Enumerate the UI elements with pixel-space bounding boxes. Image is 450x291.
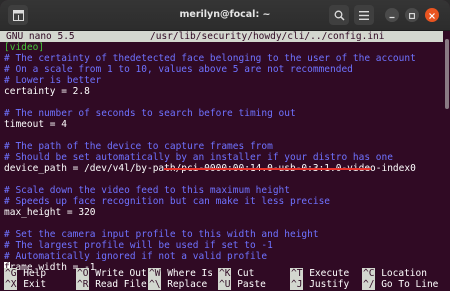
hamburger-menu-icon bbox=[359, 10, 369, 20]
section-header: [video] bbox=[4, 42, 45, 53]
close-button[interactable] bbox=[425, 8, 439, 22]
setting-line-max-height: max_height = 320 bbox=[4, 207, 96, 218]
shortcut-key: ^U bbox=[218, 279, 232, 290]
shortcut-go-to-line[interactable]: ^/ Go To Line bbox=[362, 279, 438, 290]
terminal-window: merilyn@focal: ~ GNU nano 5.5 /usr/lib/s… bbox=[0, 0, 450, 291]
title-bar: merilyn@focal: ~ bbox=[0, 0, 450, 31]
maximize-button[interactable] bbox=[405, 8, 419, 22]
shortcut-execute[interactable]: ^T Execute bbox=[290, 268, 349, 279]
comment-line: # The certainty of thedetected face belo… bbox=[4, 53, 416, 64]
nano-header-bar: GNU nano 5.5 /usr/lib/security/howdy/cli… bbox=[0, 31, 443, 42]
shortcut-label: Execute bbox=[309, 268, 350, 279]
shortcut-key: ^R bbox=[76, 279, 90, 290]
comment-line: # Should be set automatically by an inst… bbox=[4, 152, 393, 163]
shortcut-paste[interactable]: ^U Paste bbox=[218, 279, 266, 290]
shortcut-label: Location bbox=[381, 268, 427, 279]
setting-line-timeout: timeout = 4 bbox=[4, 119, 67, 130]
shortcut-label: Read File bbox=[95, 279, 147, 290]
shortcut-key: ^K bbox=[218, 268, 232, 279]
shortcut-label: Write Out bbox=[95, 268, 147, 279]
comment-line: # Lower is better bbox=[4, 75, 102, 86]
comment-line: # Speeds up face recognition but can mak… bbox=[4, 196, 331, 207]
nano-version: GNU nano 5.5 bbox=[6, 31, 75, 42]
search-button[interactable] bbox=[329, 5, 349, 25]
comment-line: # Scale down the video feed to this maxi… bbox=[4, 185, 290, 196]
comment-line: # Automatically ignored if not a valid p… bbox=[4, 251, 268, 262]
shortcut-justify[interactable]: ^J Justify bbox=[290, 279, 349, 290]
shortcut-key: ^\ bbox=[148, 279, 162, 290]
shortcut-location[interactable]: ^C Location bbox=[362, 268, 427, 279]
shortcut-cut[interactable]: ^K Cut bbox=[218, 268, 254, 279]
shortcut-label: Replace bbox=[167, 279, 208, 290]
minimize-button[interactable] bbox=[385, 8, 399, 22]
comment-line: # On a scale from 1 to 10, values above … bbox=[4, 64, 353, 75]
shortcut-label: Help bbox=[23, 268, 47, 279]
comment-line: # The largest profile will be used if se… bbox=[4, 240, 273, 251]
new-tab-button[interactable] bbox=[8, 5, 28, 25]
shortcut-key: ^/ bbox=[362, 279, 376, 290]
shortcut-key: ^O bbox=[76, 268, 90, 279]
nano-filename: /usr/lib/security/howdy/cli/../config.in… bbox=[150, 31, 385, 42]
comment-line: # The number of seconds to search before… bbox=[4, 108, 296, 119]
comment-line: # The path of the device to capture fram… bbox=[4, 141, 273, 152]
menu-button[interactable] bbox=[354, 5, 374, 25]
shortcut-label: Go To Line bbox=[381, 279, 439, 290]
shortcut-label: Exit bbox=[23, 279, 47, 290]
window-title: merilyn@focal: ~ bbox=[179, 9, 271, 20]
shortcut-write-out[interactable]: ^O Write Out bbox=[76, 268, 147, 279]
maximize-icon bbox=[409, 6, 415, 24]
shortcut-key: ^C bbox=[362, 268, 376, 279]
shortcut-help[interactable]: ^G Help bbox=[4, 268, 46, 279]
search-icon bbox=[334, 10, 345, 21]
scrollbar[interactable] bbox=[443, 31, 450, 291]
shortcut-exit[interactable]: ^X Exit bbox=[4, 279, 46, 290]
minimize-icon bbox=[389, 6, 395, 24]
shortcut-label: Paste bbox=[237, 279, 266, 290]
scrollbar-thumb[interactable] bbox=[445, 39, 449, 109]
setting-line-certainty: certainty = 2.8 bbox=[4, 86, 90, 97]
new-tab-icon bbox=[12, 9, 24, 21]
shortcut-label: Cut bbox=[237, 268, 255, 279]
shortcut-label: Where Is bbox=[167, 268, 213, 279]
comment-line: # Set the camera input profile to this w… bbox=[4, 229, 319, 240]
shortcut-key: ^W bbox=[148, 268, 162, 279]
shortcut-key: ^T bbox=[290, 268, 304, 279]
close-icon bbox=[429, 6, 435, 24]
nano-editor[interactable]: GNU nano 5.5 /usr/lib/security/howdy/cli… bbox=[0, 31, 443, 291]
annotation-underline bbox=[164, 168, 371, 170]
shortcut-key: ^X bbox=[4, 279, 18, 290]
shortcut-label: Justify bbox=[309, 279, 350, 290]
shortcut-read-file[interactable]: ^R Read File bbox=[76, 279, 147, 290]
shortcut-replace[interactable]: ^\ Replace bbox=[148, 279, 207, 290]
shortcut-key: ^J bbox=[290, 279, 304, 290]
shortcut-where-is[interactable]: ^W Where Is bbox=[148, 268, 213, 279]
shortcut-key: ^G bbox=[4, 268, 18, 279]
